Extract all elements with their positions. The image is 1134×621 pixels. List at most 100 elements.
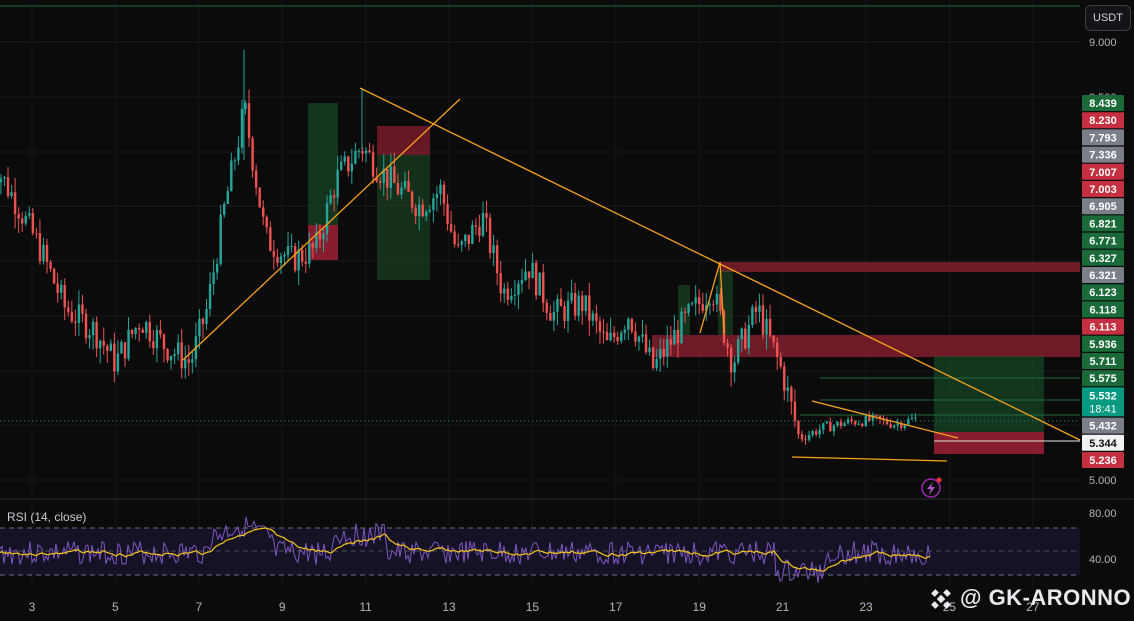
candle-body xyxy=(768,318,772,336)
candle-body xyxy=(595,313,598,322)
candle-body xyxy=(740,328,743,340)
candle-body xyxy=(145,321,148,333)
candle-body xyxy=(435,193,439,199)
candle-body xyxy=(524,271,527,281)
candle-body xyxy=(410,191,414,208)
candle-body xyxy=(644,334,648,353)
candle-body xyxy=(503,288,506,294)
candle-body xyxy=(343,156,346,162)
price-level-value: 5.532 xyxy=(1089,390,1117,402)
candle-body xyxy=(70,312,74,322)
candle-body xyxy=(861,423,864,426)
candle-body xyxy=(829,421,832,432)
candle-body xyxy=(247,103,251,139)
candle-body xyxy=(673,329,676,345)
candle-body xyxy=(0,178,3,183)
candle-body xyxy=(634,331,637,342)
candle-body xyxy=(772,335,775,343)
time-axis-tick: 17 xyxy=(609,600,623,614)
candle-body xyxy=(347,156,350,172)
short-position-loss-zone xyxy=(377,126,430,155)
candle-body xyxy=(162,334,166,350)
candle-body xyxy=(736,339,740,363)
candle-body xyxy=(857,423,860,425)
candle-body xyxy=(201,318,205,324)
candle-body xyxy=(368,150,371,153)
time-axis-tick: 19 xyxy=(693,600,707,614)
candle-body xyxy=(566,300,570,322)
time-axis-tick: 23 xyxy=(859,600,873,614)
rsi-indicator-label[interactable]: RSI (14, close) xyxy=(7,510,86,524)
candle-body xyxy=(751,307,754,326)
candle-body xyxy=(6,177,10,197)
candle-body xyxy=(708,304,712,306)
candle-body xyxy=(832,425,836,432)
candle-body xyxy=(492,245,495,253)
candle-body xyxy=(396,182,400,195)
candle-body xyxy=(17,213,20,219)
price-chart[interactable]: 9.0008.5008.0005.5005.00080.0040.00 8.43… xyxy=(0,0,1134,621)
candle-body xyxy=(907,419,910,425)
candle-body xyxy=(456,244,460,246)
candle-body xyxy=(666,339,669,357)
candle-body xyxy=(49,261,52,269)
supply-zone-upper xyxy=(720,262,1080,272)
price-level-value: 5.432 xyxy=(1089,421,1117,433)
candle-body xyxy=(254,170,258,188)
rsi-axis-tick: 80.00 xyxy=(1089,508,1117,520)
currency-button[interactable]: USDT xyxy=(1085,5,1131,31)
candle-body xyxy=(442,184,446,204)
candle-body xyxy=(106,345,109,351)
candle-body xyxy=(460,241,463,245)
candle-body xyxy=(191,359,194,363)
candle-body xyxy=(325,203,329,234)
candle-body xyxy=(233,160,237,162)
candle-body xyxy=(187,359,190,363)
candle-body xyxy=(223,203,226,215)
candle-body xyxy=(414,207,417,217)
candle-body xyxy=(10,192,13,197)
candle-body xyxy=(244,103,247,110)
candle-body xyxy=(573,293,577,316)
candle-body xyxy=(35,233,38,235)
candle-body xyxy=(839,421,843,427)
candle-body xyxy=(754,307,758,312)
stop-loss-zone xyxy=(934,432,1044,454)
price-axis-tick: 9.000 xyxy=(1089,37,1117,49)
candle-body xyxy=(198,318,201,337)
candle-body xyxy=(403,180,407,188)
candle-body xyxy=(169,355,173,361)
candle-body xyxy=(378,181,382,183)
candle-body xyxy=(311,243,315,248)
candle-body xyxy=(13,192,17,214)
candle-body xyxy=(620,332,623,342)
price-level-value: 6.113 xyxy=(1090,322,1117,334)
candle-body xyxy=(800,434,804,440)
candle-body xyxy=(598,321,602,332)
candle-body xyxy=(783,366,786,391)
candle-body xyxy=(495,245,499,274)
candle-body xyxy=(265,216,268,228)
candle-body xyxy=(98,340,102,349)
candle-body xyxy=(733,362,736,373)
candle-body xyxy=(712,304,715,306)
wedge-lower-line xyxy=(791,456,948,462)
candle-body xyxy=(102,340,105,346)
supply-zone-lower xyxy=(652,335,1080,357)
candle-body xyxy=(892,425,896,428)
candle-body xyxy=(59,284,63,293)
candle-body xyxy=(531,262,534,279)
candle-body xyxy=(81,304,84,314)
candle-body xyxy=(701,304,704,311)
candle-body xyxy=(687,304,690,313)
price-level-value: 5.575 xyxy=(1089,373,1117,385)
candle-body xyxy=(559,298,563,307)
candle-body xyxy=(896,423,899,426)
candle-body xyxy=(467,234,471,244)
candle-body xyxy=(747,325,751,349)
candle-body xyxy=(318,232,322,240)
candle-body xyxy=(159,329,162,335)
candle-body xyxy=(715,293,719,305)
candle-body xyxy=(889,424,892,428)
candle-body xyxy=(123,342,127,359)
